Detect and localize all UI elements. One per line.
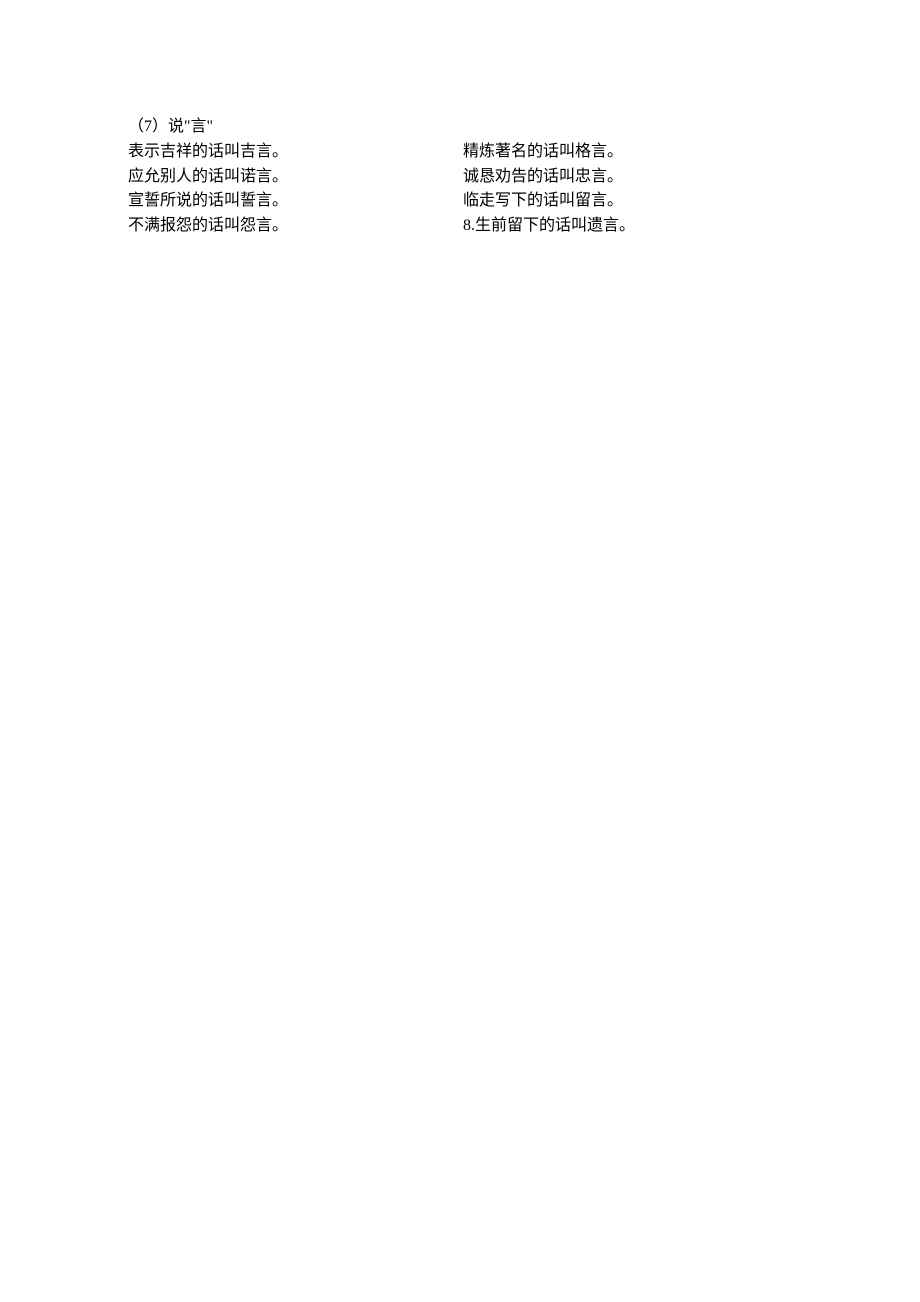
list-item: 应允别人的话叫诺言。 [128, 165, 463, 190]
list-item: 精炼著名的话叫格言。 [463, 140, 635, 165]
right-column: 精炼著名的话叫格言。 诚恳劝告的话叫忠言。 临走写下的话叫留言。 8.生前留下的… [463, 140, 635, 239]
document-content: （7）说"言" 表示吉祥的话叫吉言。 应允别人的话叫诺言。 宣誓所说的话叫誓言。… [128, 115, 920, 239]
list-item: 表示吉祥的话叫吉言。 [128, 140, 463, 165]
section-heading: （7）说"言" [128, 115, 920, 140]
two-column-layout: 表示吉祥的话叫吉言。 应允别人的话叫诺言。 宣誓所说的话叫誓言。 不满报怨的话叫… [128, 140, 920, 239]
left-column: 表示吉祥的话叫吉言。 应允别人的话叫诺言。 宣誓所说的话叫誓言。 不满报怨的话叫… [128, 140, 463, 239]
list-item: 8.生前留下的话叫遗言。 [463, 214, 635, 239]
list-item: 诚恳劝告的话叫忠言。 [463, 165, 635, 190]
list-item: 临走写下的话叫留言。 [463, 189, 635, 214]
list-item: 不满报怨的话叫怨言。 [128, 214, 463, 239]
list-item: 宣誓所说的话叫誓言。 [128, 189, 463, 214]
